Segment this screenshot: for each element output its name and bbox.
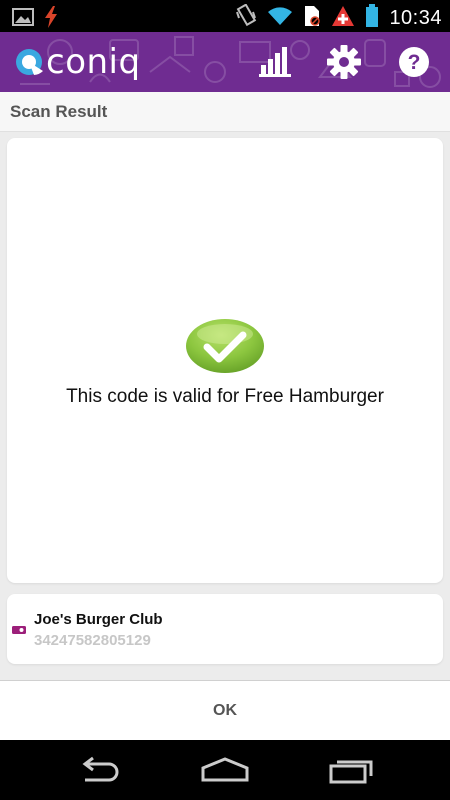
- battery-icon: [365, 4, 379, 32]
- club-number: 34247582805129: [34, 632, 151, 649]
- club-name: Joe's Burger Club: [34, 611, 163, 628]
- ok-button[interactable]: OK: [0, 681, 450, 741]
- card-icon: [12, 626, 26, 634]
- page-title: Scan Result: [10, 102, 108, 121]
- checkmark-icon: [186, 319, 264, 373]
- logo-mark-icon: [16, 49, 43, 75]
- gear-icon[interactable]: [324, 42, 364, 82]
- home-icon[interactable]: [200, 754, 250, 786]
- recent-apps-icon[interactable]: [327, 754, 377, 786]
- back-icon[interactable]: [75, 754, 125, 786]
- gallery-icon: [12, 7, 34, 31]
- vibrate-icon: [235, 3, 257, 32]
- ok-bar: OK: [0, 680, 450, 741]
- logo-text: coniq: [46, 42, 141, 82]
- app-bar: coniq ?: [0, 32, 450, 92]
- nav-bar: [0, 740, 450, 800]
- coniq-logo: coniq: [14, 38, 141, 86]
- help-icon[interactable]: ?: [394, 42, 434, 82]
- wifi-icon: [267, 6, 293, 30]
- status-bar: 10:34: [0, 0, 450, 32]
- clock: 10:34: [389, 6, 442, 29]
- result-card: This code is valid for Free Hamburger: [7, 138, 443, 583]
- subheader: Scan Result: [0, 92, 450, 132]
- club-card[interactable]: Joe's Burger Club 34247582805129: [7, 594, 443, 664]
- svg-text:?: ?: [408, 51, 421, 74]
- alert-icon: [331, 5, 355, 31]
- stats-icon[interactable]: [255, 42, 295, 82]
- sim-icon: [303, 5, 321, 31]
- flash-icon: [44, 6, 58, 32]
- result-message: This code is valid for Free Hamburger: [66, 386, 384, 407]
